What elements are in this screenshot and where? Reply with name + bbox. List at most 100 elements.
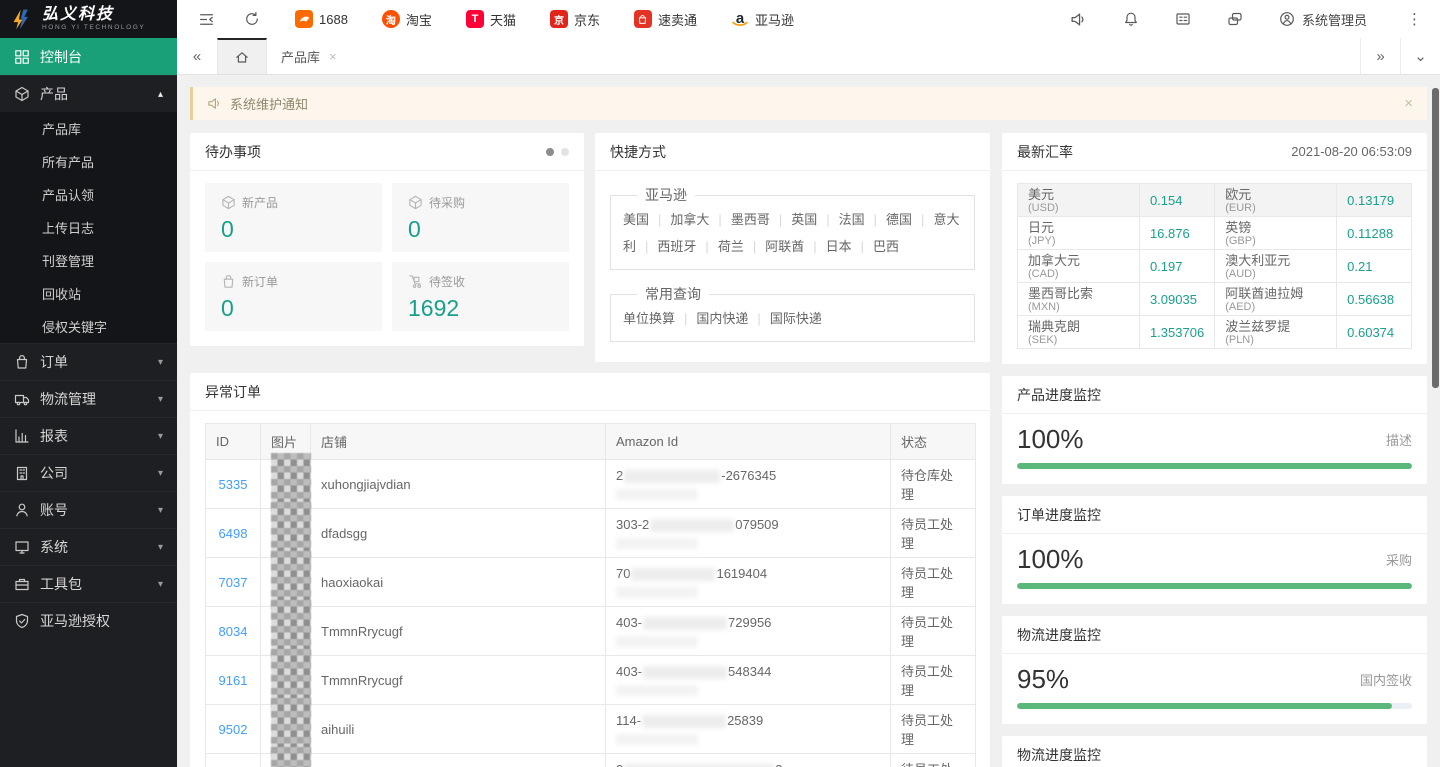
sidebar-subitem-listing-manage[interactable]: 刊登管理: [0, 244, 177, 277]
sidebar-subitem-infringing-keywords[interactable]: 侵权关键字: [0, 310, 177, 343]
sidebar-item-label: 工具包: [40, 574, 82, 594]
sidebar-item-label: 报表: [40, 426, 68, 446]
marketplace-link-1688[interactable]: 1688: [295, 10, 348, 28]
query-link-unit-conversion[interactable]: 单位换算: [623, 311, 675, 326]
stat-value: 0: [408, 216, 553, 242]
sidebar-subitem-product-claim[interactable]: 产品认领: [0, 178, 177, 211]
sidebar-item-toolkit[interactable]: 工具包 ▾: [0, 565, 177, 602]
country-link-fr[interactable]: 法国: [839, 212, 865, 227]
currency-code: (AUD): [1225, 268, 1326, 280]
menu-fold-icon[interactable]: [197, 10, 215, 28]
order-id-link[interactable]: 9161: [219, 673, 248, 688]
user-menu[interactable]: 系统管理员: [1278, 10, 1367, 29]
sidebar-subitem-recycle-bin[interactable]: 回收站: [0, 277, 177, 310]
currency-name: 英镑: [1225, 219, 1326, 235]
country-link-mx[interactable]: 墨西哥: [731, 212, 770, 227]
marketplace-link-taobao[interactable]: 淘 淘宝: [382, 10, 432, 29]
marketplace-link-amazon[interactable]: a 亚马逊: [731, 10, 794, 29]
col-status: 状态: [891, 424, 976, 460]
amazon-id: 3: [775, 762, 782, 767]
stat-pending-receipt[interactable]: 待签收 1692: [392, 262, 569, 331]
stat-new-product[interactable]: 新产品 0: [205, 183, 382, 252]
refresh-icon[interactable]: [243, 10, 261, 28]
redacted-blur: [616, 685, 698, 696]
country-link-uk[interactable]: 英国: [791, 212, 817, 227]
currency-name: 美元: [1028, 186, 1129, 202]
marketplace-link-jd[interactable]: 京 京东: [550, 10, 600, 29]
tabs-menu-icon[interactable]: ⌄: [1400, 38, 1440, 74]
redacted-blur: [616, 636, 698, 647]
marketplace-link-tmall[interactable]: T 天猫: [466, 10, 516, 29]
country-link-ae[interactable]: 阿联酋: [765, 239, 804, 254]
logistics-progress-card-domestic: 物流进度监控 95% 国内签收: [1002, 616, 1427, 724]
separator: |: [658, 212, 661, 227]
shield-check-icon: [14, 613, 30, 629]
sidebar-item-system[interactable]: 系统 ▾: [0, 528, 177, 565]
sidebar-item-amazon-auth[interactable]: 亚马逊授权: [0, 602, 177, 639]
marketplace-link-aliexpress[interactable]: 速卖通: [634, 10, 697, 29]
sidebar-item-label: 账号: [40, 500, 68, 520]
sidebar-subitem-product-library[interactable]: 产品库: [0, 112, 177, 145]
stat-new-order[interactable]: 新订单 0: [205, 262, 382, 331]
separator: |: [921, 212, 924, 227]
order-status: 待员工处理: [901, 566, 953, 600]
tabs-scroll-left-icon[interactable]: «: [177, 38, 217, 74]
sidebar-submenu-product: 产品库 所有产品 产品认领 上传日志 刊登管理 回收站 侵权关键字: [0, 112, 177, 343]
country-link-de[interactable]: 德国: [886, 212, 912, 227]
currency-name: 加拿大元: [1028, 252, 1129, 268]
country-link-br[interactable]: 巴西: [873, 239, 899, 254]
notice-close-icon[interactable]: ×: [1404, 95, 1413, 112]
sidebar-item-console[interactable]: 控制台: [0, 38, 177, 75]
country-link-nl[interactable]: 荷兰: [718, 239, 744, 254]
tabs-scroll-right-icon[interactable]: »: [1360, 38, 1400, 74]
more-vert-icon[interactable]: ⋮: [1407, 10, 1422, 28]
order-id-link[interactable]: 7037: [219, 575, 248, 590]
order-id-link[interactable]: 6498: [219, 526, 248, 541]
stat-pending-purchase[interactable]: 待采购 0: [392, 183, 569, 252]
stat-label: 新产品: [242, 194, 278, 211]
bell-icon[interactable]: [1122, 10, 1140, 28]
scrollbar-thumb[interactable]: [1432, 88, 1439, 388]
country-link-es[interactable]: 西班牙: [657, 239, 696, 254]
sidebar-item-company[interactable]: 公司 ▾: [0, 454, 177, 491]
switch-windows-icon[interactable]: [1226, 10, 1244, 28]
sidebar-item-accounts[interactable]: 账号 ▾: [0, 491, 177, 528]
order-id-link[interactable]: 8034: [219, 624, 248, 639]
sidebar-item-orders[interactable]: 订单 ▾: [0, 343, 177, 380]
order-id-link[interactable]: 5335: [219, 477, 248, 492]
sidebar-subitem-upload-log[interactable]: 上传日志: [0, 211, 177, 244]
shortcuts-group-queries: 常用查询 单位换算|国内快递|国际快递: [610, 284, 975, 342]
separator: |: [753, 239, 756, 254]
monitor-title: 物流进度监控: [1017, 745, 1101, 765]
carousel-dot-1[interactable]: [546, 148, 554, 156]
currency-code: (SEK): [1028, 334, 1129, 346]
country-link-ca[interactable]: 加拿大: [670, 212, 709, 227]
amazon-id: 403-: [616, 615, 642, 630]
query-link-international-express[interactable]: 国际快递: [770, 311, 822, 326]
query-link-domestic-express[interactable]: 国内快递: [696, 311, 748, 326]
tab-label: 产品库: [281, 47, 320, 66]
sidebar-item-logistics[interactable]: 物流管理 ▾: [0, 380, 177, 417]
order-status: 待员工处理: [901, 762, 953, 767]
country-link-jp[interactable]: 日本: [826, 239, 852, 254]
tab-product-library[interactable]: 产品库 ×: [267, 38, 351, 74]
tab-home[interactable]: [217, 38, 267, 74]
carousel-dot-2[interactable]: [561, 148, 569, 156]
announcement-icon[interactable]: [1070, 10, 1088, 28]
orders-table: ID 图片 店铺 Amazon Id 状态 5335: [205, 423, 976, 767]
tab-close-icon[interactable]: ×: [329, 49, 337, 64]
shortcuts-card: 快捷方式 亚马逊 美国|加拿大|墨西哥|英国|法国|德国|意大利|西班牙|荷兰|…: [595, 133, 990, 362]
sidebar-subitem-all-products[interactable]: 所有产品: [0, 145, 177, 178]
rate-value: 3.09035: [1150, 292, 1197, 307]
sidebar-item-reports[interactable]: 报表 ▾: [0, 417, 177, 454]
shop-name: dfadsgg: [321, 526, 367, 541]
rates-table: 美元(USD) 0.154 欧元(EUR) 0.13179 日元(JPY) 16…: [1017, 183, 1412, 349]
progress-bar: [1017, 583, 1412, 589]
apps-panel-icon[interactable]: [1174, 10, 1192, 28]
currency-code: (GBP): [1225, 235, 1326, 247]
sidebar-item-product[interactable]: 产品 ▴: [0, 75, 177, 112]
separator: |: [645, 239, 648, 254]
rate-value: 0.154: [1150, 193, 1183, 208]
order-id-link[interactable]: 9502: [219, 722, 248, 737]
country-link-us[interactable]: 美国: [623, 212, 649, 227]
